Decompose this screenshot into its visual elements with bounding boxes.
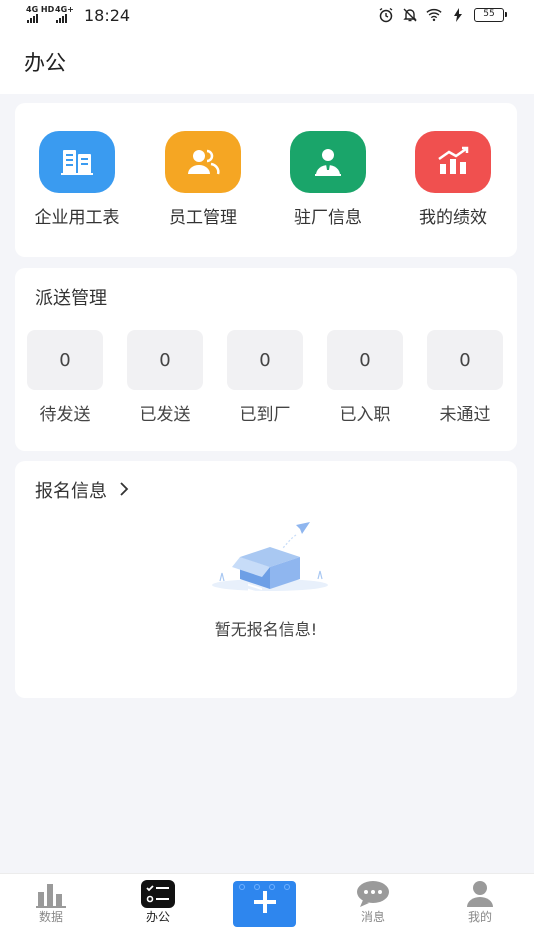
quick-action-label: 驻厂信息 [294, 208, 362, 228]
battery-level: 55 [474, 8, 507, 22]
chevron-right-icon [119, 480, 129, 504]
dispatch-count: 0 [127, 330, 203, 390]
quick-action-label: 企业用工表 [34, 208, 120, 228]
status-bar: 4G HD 4G+ 18:24 55 [0, 0, 534, 34]
user-icon [462, 880, 498, 908]
dispatch-count: 0 [427, 330, 503, 390]
signup-info-card: 报名信息 暂无报名信息! [15, 461, 517, 698]
users-icon [165, 131, 241, 193]
empty-box-icon [200, 521, 340, 605]
dispatch-count: 0 [327, 330, 403, 390]
signal-bars-icon [56, 14, 67, 23]
quick-action-label: 我的绩效 [419, 208, 487, 228]
quick-action-label: 员工管理 [169, 208, 237, 228]
add-button[interactable] [233, 881, 296, 927]
tab-data[interactable]: 数据 [11, 880, 91, 925]
empty-state-text: 暂无报名信息! [214, 620, 318, 639]
dispatch-management-card: 派送管理 0 待发送 0 已发送 0 已到厂 0 已入职 0 未通过 [15, 268, 517, 451]
dispatch-count: 0 [27, 330, 103, 390]
section-title: 派送管理 [35, 288, 107, 309]
dispatch-label: 已到厂 [239, 405, 291, 425]
page-title: 办公 [24, 51, 66, 75]
checklist-icon [140, 880, 176, 908]
dispatch-label: 已发送 [139, 405, 191, 425]
tab-label: 数据 [38, 910, 63, 924]
plus-icon [252, 889, 278, 919]
dispatch-count: 0 [227, 330, 303, 390]
page-header: 办公 [0, 34, 534, 94]
building-icon [39, 131, 115, 193]
dispatch-item-rejected[interactable]: 0 未通过 [415, 330, 515, 426]
dispatch-item-pending[interactable]: 0 待发送 [15, 330, 115, 426]
wifi-icon [426, 7, 442, 23]
quick-action-my-performance[interactable]: 我的绩效 [393, 131, 513, 229]
chart-up-icon [415, 131, 491, 193]
dispatch-label: 已入职 [339, 405, 391, 425]
signal-label-2: 4G+ [55, 5, 74, 14]
signal-label-1: 4G HD [26, 5, 55, 14]
quick-action-employee-management[interactable]: 员工管理 [143, 131, 263, 229]
tab-label: 办公 [145, 910, 170, 924]
quick-action-onsite-info[interactable]: 驻厂信息 [268, 131, 388, 229]
tab-mine[interactable]: 我的 [440, 880, 520, 925]
charging-icon [450, 7, 466, 23]
tab-messages[interactable]: 消息 [333, 880, 413, 925]
tab-office[interactable]: 办公 [118, 880, 198, 925]
dispatch-label: 未通过 [439, 405, 491, 425]
quick-action-enterprise-form[interactable]: 企业用工表 [17, 131, 137, 229]
tab-label: 我的 [467, 910, 492, 924]
chat-bubble-icon [355, 880, 391, 908]
dispatch-label: 待发送 [39, 405, 91, 425]
quick-actions-card: 企业用工表 员工管理 驻厂信息 我的绩效 [15, 103, 517, 257]
dispatch-item-sent[interactable]: 0 已发送 [115, 330, 215, 426]
bottom-tab-bar: 数据 办公 消息 我的 [0, 873, 534, 931]
section-title: 报名信息 [35, 481, 107, 502]
signup-info-link[interactable]: 报名信息 [35, 480, 129, 504]
bar-chart-icon [33, 880, 69, 908]
person-badge-icon [290, 131, 366, 193]
status-time: 18:24 [84, 6, 131, 25]
signal-bars-icon [27, 14, 38, 23]
bell-muted-icon [402, 7, 418, 23]
alarm-icon [378, 7, 394, 23]
dispatch-item-arrived[interactable]: 0 已到厂 [215, 330, 315, 426]
dispatch-item-onboarded[interactable]: 0 已入职 [315, 330, 415, 426]
tab-label: 消息 [360, 910, 385, 924]
